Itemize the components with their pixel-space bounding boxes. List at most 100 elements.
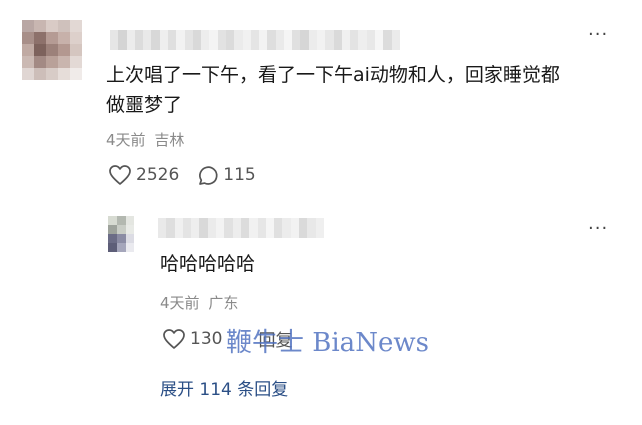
- name-pixel: [151, 30, 160, 50]
- name-pixel: [118, 30, 127, 50]
- name-pixel: [191, 218, 200, 238]
- avatar-pixel: [58, 20, 70, 32]
- avatar-pixel: [22, 68, 34, 80]
- avatar-pixel: [58, 32, 70, 44]
- avatar-pixel: [108, 234, 117, 243]
- comment-meta: 4天前 吉林: [106, 129, 184, 150]
- name-pixel: [317, 30, 326, 50]
- name-pixel: [182, 218, 192, 238]
- reply-count-button[interactable]: 115: [197, 164, 256, 186]
- avatar-pixel: [46, 32, 58, 44]
- avatar-pixel: [46, 20, 58, 32]
- avatar-pixel: [58, 68, 70, 80]
- watermark: 鞭牛士 BiaNews: [226, 328, 429, 358]
- avatar-pixel: [34, 44, 46, 56]
- name-pixel: [265, 218, 275, 238]
- name-pixel: [350, 30, 359, 50]
- name-pixel: [275, 30, 284, 50]
- name-pixel: [167, 30, 177, 50]
- avatar-pixel: [58, 56, 70, 68]
- commenter-username-blurred[interactable]: [110, 30, 400, 50]
- name-pixel: [184, 30, 193, 50]
- name-pixel: [283, 30, 293, 50]
- reply-avatar[interactable]: [108, 216, 134, 252]
- name-pixel: [110, 30, 119, 50]
- name-pixel: [267, 30, 276, 50]
- expand-replies-link[interactable]: 展开 114 条回复: [160, 375, 288, 400]
- name-pixel: [333, 30, 342, 50]
- name-pixel: [391, 30, 400, 50]
- name-pixel: [242, 30, 251, 50]
- name-pixel: [383, 30, 392, 50]
- comment-bubble-icon: [199, 166, 218, 185]
- name-pixel: [308, 30, 318, 50]
- more-horizontal-icon: ···: [588, 24, 609, 45]
- name-pixel: [143, 30, 152, 50]
- name-pixel: [325, 30, 334, 50]
- name-pixel: [201, 30, 210, 50]
- avatar-pixel: [70, 56, 82, 68]
- name-pixel: [341, 30, 351, 50]
- reply-username-blurred[interactable]: [158, 218, 324, 238]
- name-pixel: [176, 30, 185, 50]
- name-pixel: [240, 218, 250, 238]
- like-button[interactable]: 2526: [108, 164, 179, 186]
- name-pixel: [257, 218, 266, 238]
- avatar-pixel: [22, 20, 34, 32]
- avatar-pixel: [117, 243, 126, 252]
- name-pixel: [259, 30, 268, 50]
- avatar-pixel: [108, 216, 117, 225]
- comment-more-menu[interactable]: ···: [588, 26, 608, 44]
- name-pixel: [158, 218, 167, 238]
- name-pixel: [250, 30, 260, 50]
- avatar-pixel: [126, 216, 134, 225]
- commenter-avatar[interactable]: [22, 20, 82, 80]
- name-pixel: [174, 218, 183, 238]
- avatar-pixel: [126, 225, 134, 234]
- avatar-pixel: [46, 68, 58, 80]
- name-pixel: [315, 218, 324, 238]
- name-pixel: [126, 30, 135, 50]
- avatar-pixel: [22, 44, 34, 56]
- like-count: 2526: [136, 165, 180, 185]
- avatar-pixel: [34, 32, 46, 44]
- name-pixel: [199, 218, 208, 238]
- comment-text: 上次唱了一下午，看了一下午ai动物和人，回家睡觉都做噩梦了: [106, 64, 560, 116]
- heart-icon: [109, 165, 131, 185]
- reply-like-button[interactable]: 130: [162, 328, 222, 350]
- name-pixel: [225, 30, 235, 50]
- name-pixel: [375, 30, 384, 50]
- reply-count: 115: [223, 165, 256, 185]
- avatar-pixel: [126, 243, 134, 252]
- name-pixel: [216, 218, 225, 238]
- reply-time: 4天前: [160, 294, 200, 312]
- avatar-pixel: [117, 225, 126, 234]
- comment-time: 4天前: [106, 131, 146, 149]
- comment-location: 吉林: [154, 131, 185, 149]
- name-pixel: [217, 30, 226, 50]
- name-pixel: [358, 30, 367, 50]
- name-pixel: [166, 218, 175, 238]
- name-pixel: [274, 218, 283, 238]
- name-pixel: [159, 30, 168, 50]
- name-pixel: [282, 218, 291, 238]
- avatar-pixel: [126, 234, 134, 243]
- avatar-pixel: [117, 216, 126, 225]
- avatar-pixel: [108, 225, 117, 234]
- name-pixel: [307, 218, 316, 238]
- avatar-pixel: [22, 32, 34, 44]
- name-pixel: [366, 30, 375, 50]
- avatar-pixel: [34, 68, 46, 80]
- name-pixel: [234, 30, 243, 50]
- comment-actions: 2526 115: [108, 164, 256, 186]
- avatar-pixel: [22, 56, 34, 68]
- avatar-pixel: [58, 44, 70, 56]
- name-pixel: [290, 218, 300, 238]
- reply-more-menu[interactable]: ···: [588, 220, 608, 238]
- name-pixel: [134, 30, 144, 50]
- more-horizontal-icon: ···: [588, 218, 609, 239]
- avatar-pixel: [70, 32, 82, 44]
- name-pixel: [192, 30, 202, 50]
- name-pixel: [232, 218, 241, 238]
- reply-meta: 4天前 广东: [160, 292, 238, 313]
